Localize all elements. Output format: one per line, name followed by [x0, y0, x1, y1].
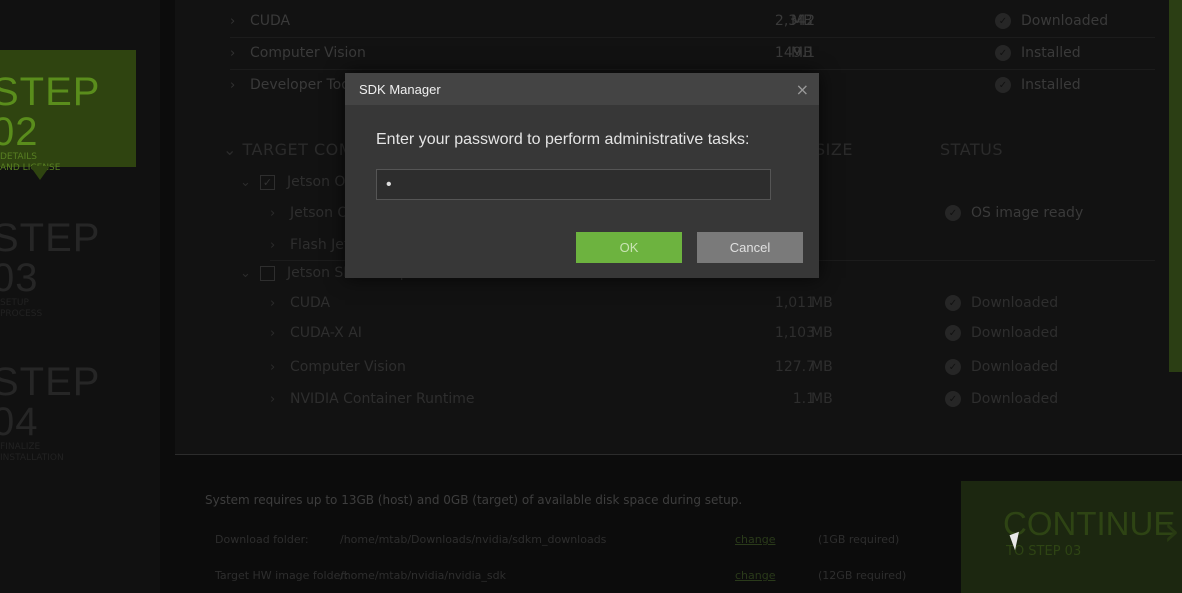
sdk-manager-password-dialog: SDK Manager × Enter your password to per… [345, 73, 819, 278]
component-size: 1,011 [774, 295, 815, 311]
component-status: ✓ Downloaded [945, 391, 1058, 407]
component-status: ✓ Downloaded [945, 295, 1058, 311]
dialog-message: Enter your password to perform administr… [376, 131, 750, 148]
disk-space-note: System requires up to 13GB (host) and 0G… [205, 493, 743, 507]
step-rail: STEP 02 DETAILS AND LICENSE STEP 03 SETU… [0, 0, 160, 593]
target-folder-label: Target HW image folder: [215, 569, 349, 582]
target-folder-required: (12GB required) [818, 569, 907, 582]
size-column-header: SIZE [815, 140, 853, 159]
download-folder-row: Download folder: /home/mtab/Downloads/nv… [215, 533, 899, 546]
target-folder-path: /home/mtab/nvidia/nvidia_sdk [340, 569, 506, 582]
check-circle-icon: ✓ [995, 45, 1011, 61]
check-circle-icon: ✓ [995, 77, 1011, 93]
download-folder-change-link[interactable]: change [735, 533, 775, 546]
target-folder-row: Target HW image folder: /home/mtab/nvidi… [215, 569, 906, 582]
step-02-line-1: DETAILS [0, 152, 37, 162]
target-os-checkbox[interactable]: ✓ [260, 174, 275, 190]
step-02-line-2: AND LICENSE [0, 163, 61, 173]
status-text: OS image ready [971, 205, 1084, 221]
check-circle-icon: ✓ [945, 205, 961, 221]
step-04-line-1: FINALIZE [0, 442, 41, 452]
component-unit: MB [811, 325, 833, 341]
component-status: ✓ Downloaded [995, 13, 1108, 29]
component-unit: MB [811, 295, 833, 311]
step-03-line-2: PROCESS [0, 309, 43, 319]
target-folder-change-link[interactable]: change [735, 569, 775, 582]
download-folder-path: /home/mtab/Downloads/nvidia/sdkm_downloa… [340, 533, 607, 546]
sdk-component-row[interactable]: › CUDA-X AI 1,103 MB ✓ Downloaded [270, 318, 1150, 348]
continue-label: CONTINUE [1003, 505, 1176, 542]
status-text: Downloaded [1021, 13, 1109, 29]
step-02-number: STEP 02 [0, 70, 100, 154]
status-text: Downloaded [971, 295, 1059, 311]
component-name: Computer Vision [290, 359, 406, 375]
status-text: Downloaded [971, 325, 1059, 341]
host-component-row[interactable]: › CUDA 2,342 MB ✓ Downloaded [230, 6, 1150, 36]
status-text: Installed [1021, 45, 1081, 61]
step-04-line-2: INSTALLATION [0, 453, 64, 463]
step-03-number: STEP 03 [0, 216, 100, 300]
component-unit: MB [791, 13, 813, 29]
component-name: CUDA-X AI [290, 325, 362, 341]
chevron-down-icon: ⌄ [223, 140, 243, 159]
step-02[interactable]: STEP 02 DETAILS AND LICENSE [0, 50, 136, 173]
component-size: 127.7 [774, 359, 815, 375]
component-status: ✓ Installed [995, 77, 1081, 93]
component-status: ✓ Downloaded [945, 325, 1058, 341]
status-text: Installed [1021, 77, 1081, 93]
chevron-down-icon[interactable]: ⌄ [240, 175, 260, 190]
chevron-right-icon[interactable]: › [230, 14, 250, 29]
sdk-component-row[interactable]: › Computer Vision 127.7 MB ✓ Downloaded [270, 352, 1150, 382]
os-image-status: ✓ OS image ready [945, 205, 1083, 221]
chevron-right-icon: › [1163, 506, 1180, 555]
check-circle-icon: ✓ [945, 295, 961, 311]
panel-accent-edge [1169, 0, 1182, 372]
check-circle-icon: ✓ [995, 13, 1011, 29]
chevron-right-icon[interactable]: › [270, 238, 290, 253]
component-unit: MB [791, 45, 813, 61]
sdk-component-row[interactable]: › CUDA 1,011 MB ✓ Downloaded [270, 288, 1150, 318]
check-circle-icon: ✓ [945, 359, 961, 375]
component-size: 1,103 [774, 325, 815, 341]
component-status: ✓ Downloaded [945, 359, 1058, 375]
step-04-number: STEP 04 [0, 360, 100, 444]
sdk-components-checkbox[interactable] [260, 265, 275, 281]
status-text: Downloaded [971, 391, 1059, 407]
chevron-down-icon[interactable]: ⌄ [240, 266, 260, 281]
component-unit: MB [811, 359, 833, 375]
component-name: NVIDIA Container Runtime [290, 391, 475, 407]
status-column-header: STATUS [940, 140, 1004, 159]
step-03-line-1: SETUP [0, 298, 29, 308]
close-icon[interactable]: × [796, 80, 809, 99]
continue-button[interactable]: CONTINUE TO STEP 03 › [961, 481, 1182, 593]
active-step-arrow [30, 166, 50, 180]
host-component-row[interactable]: › Computer Vision 149.1 MB ✓ Installed [230, 38, 1150, 68]
component-status: ✓ Installed [995, 45, 1081, 61]
chevron-right-icon[interactable]: › [270, 360, 290, 375]
cancel-button[interactable]: Cancel [697, 232, 803, 263]
password-field[interactable] [376, 169, 771, 200]
check-circle-icon: ✓ [945, 391, 961, 407]
chevron-right-icon[interactable]: › [270, 392, 290, 407]
download-folder-required: (1GB required) [818, 533, 900, 546]
ok-button[interactable]: OK [576, 232, 682, 263]
chevron-right-icon[interactable]: › [230, 46, 250, 61]
chevron-right-icon[interactable]: › [270, 296, 290, 311]
step-04[interactable]: STEP 04 FINALIZE INSTALLATION [0, 362, 136, 464]
chevron-right-icon[interactable]: › [230, 78, 250, 93]
check-circle-icon: ✓ [945, 325, 961, 341]
step-03[interactable]: STEP 03 SETUP PROCESS [0, 218, 136, 320]
component-name: CUDA [250, 13, 291, 29]
component-unit: MB [811, 391, 833, 407]
sdk-component-row[interactable]: › NVIDIA Container Runtime 1.1 MB ✓ Downl… [270, 384, 1150, 414]
download-folder-label: Download folder: [215, 533, 309, 546]
status-text: Downloaded [971, 359, 1059, 375]
dialog-title: SDK Manager [345, 73, 819, 105]
component-name: CUDA [290, 295, 331, 311]
component-size: 1.1 [792, 391, 815, 407]
chevron-right-icon[interactable]: › [270, 206, 290, 221]
component-name: Computer Vision [250, 45, 366, 61]
chevron-right-icon[interactable]: › [270, 326, 290, 341]
